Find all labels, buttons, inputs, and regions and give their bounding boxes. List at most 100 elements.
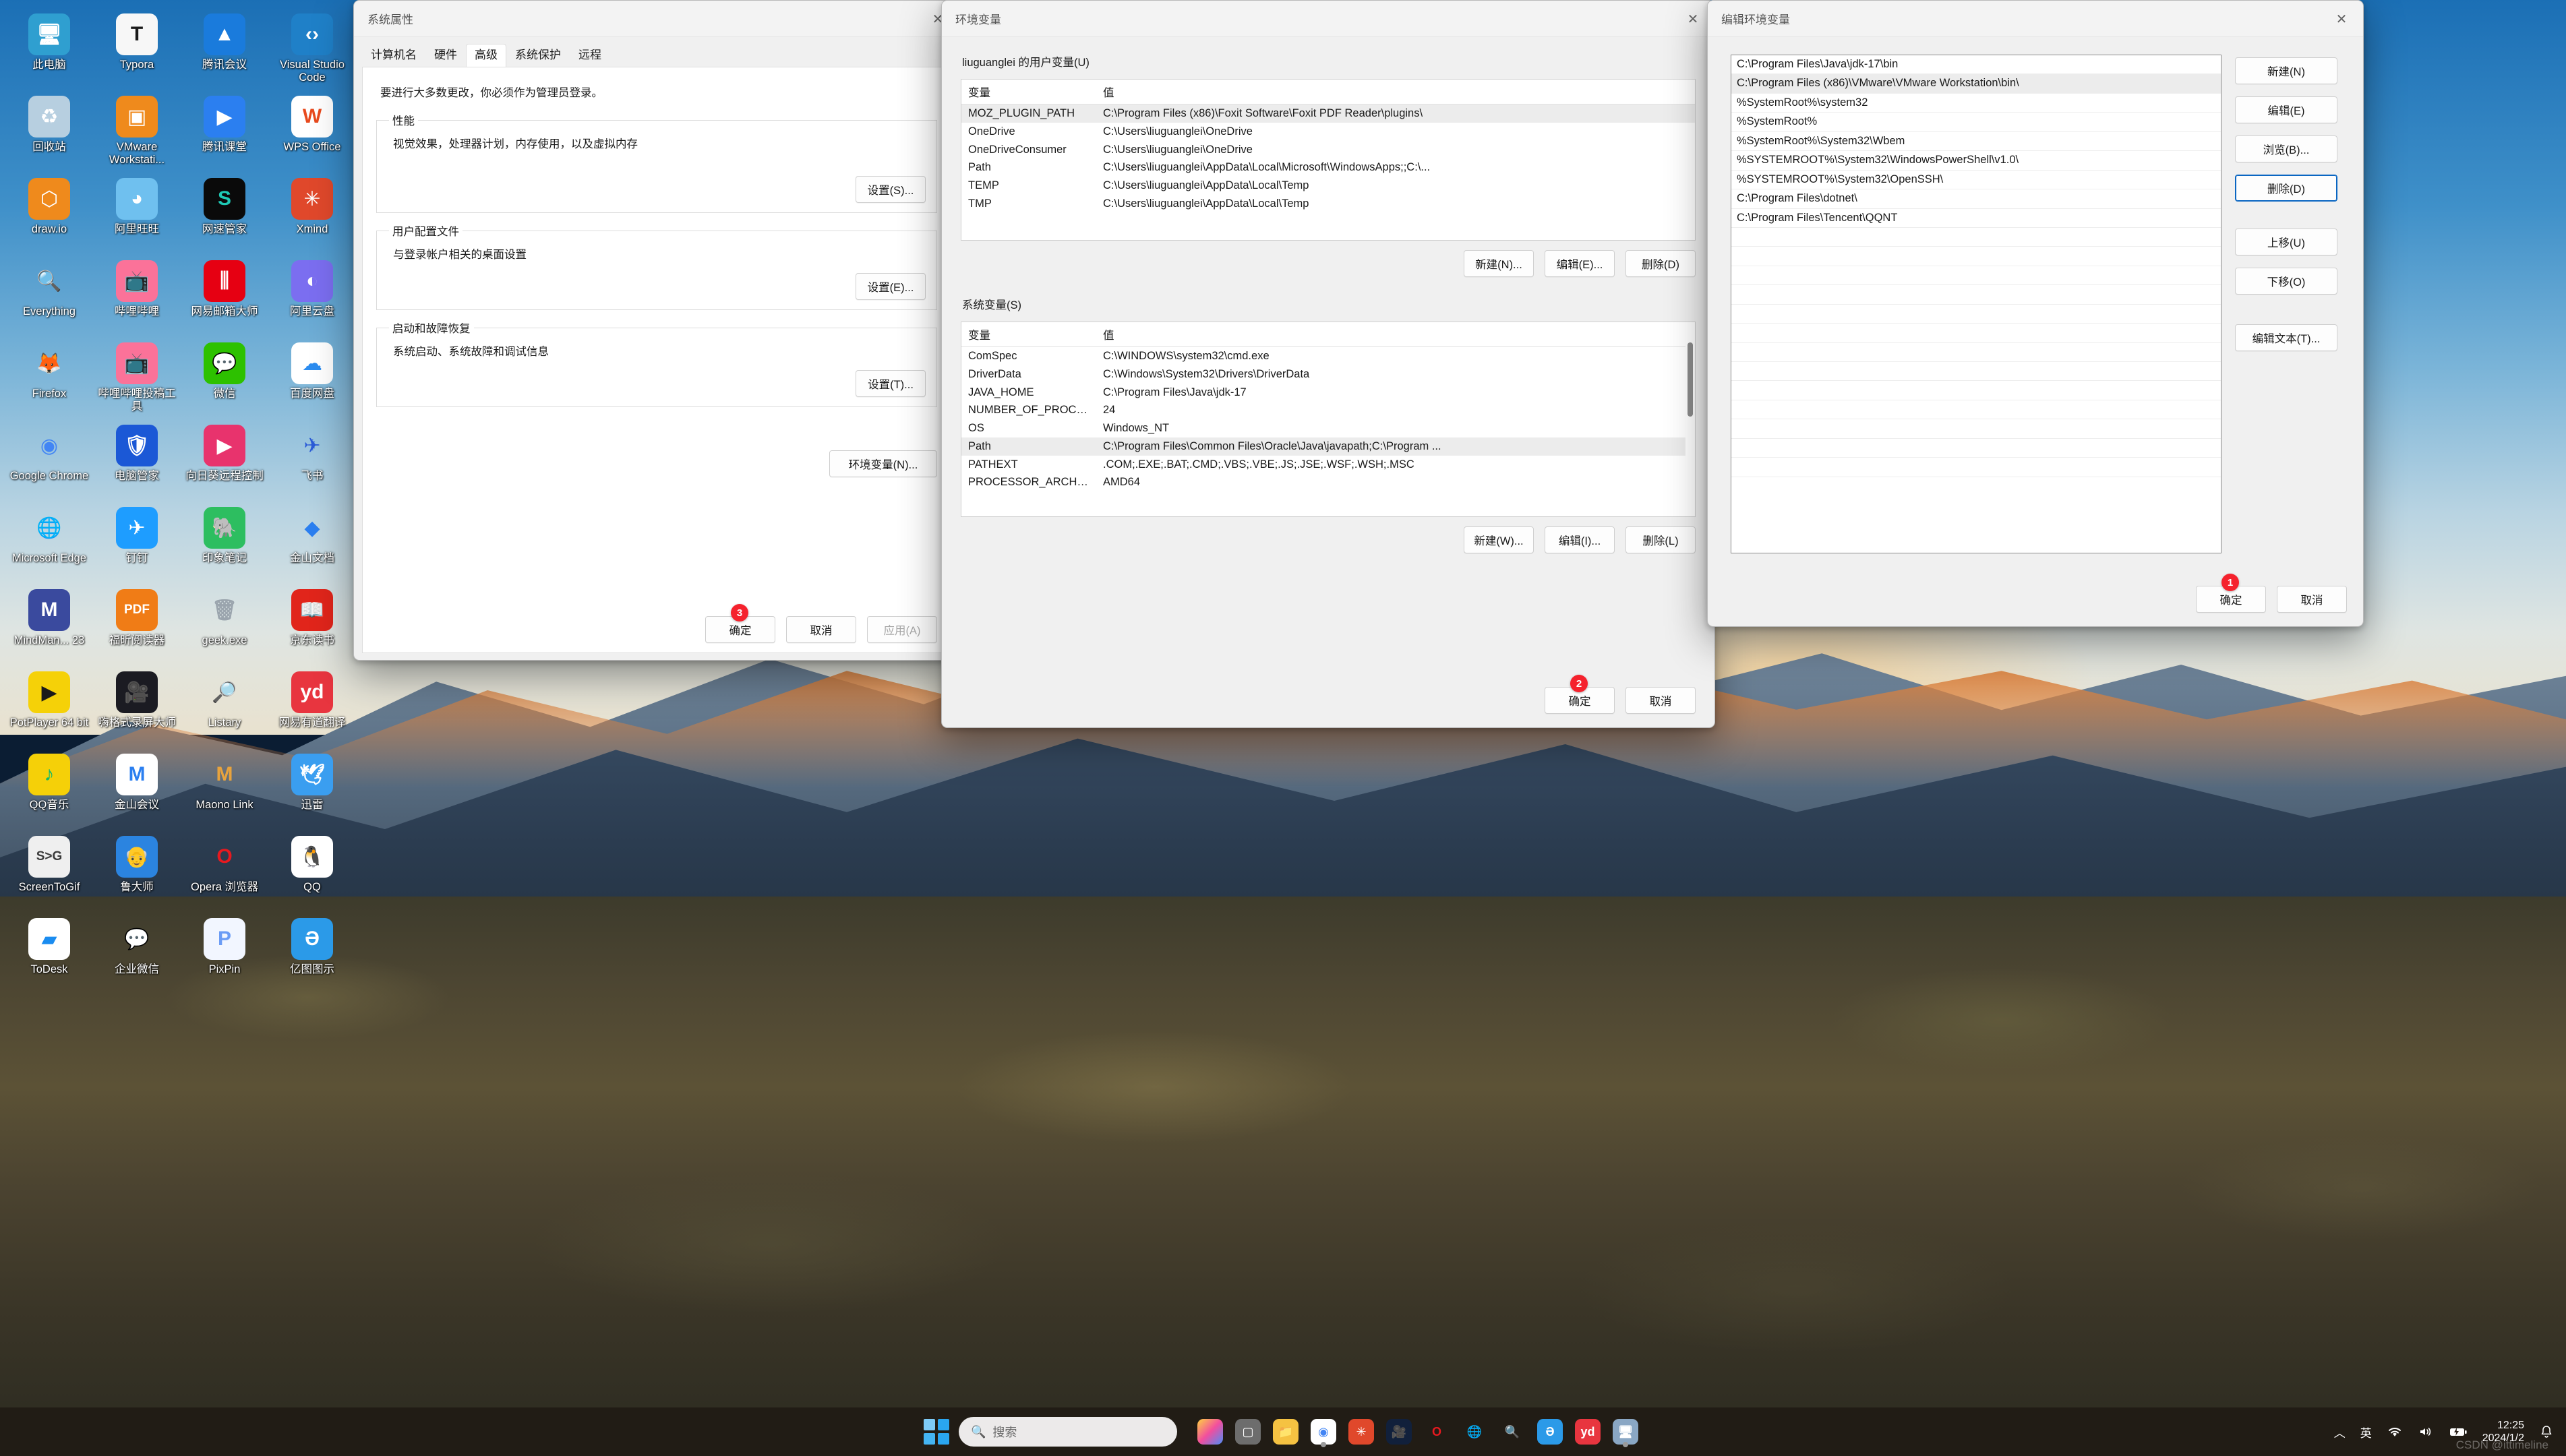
taskbar-search-box[interactable]: 🔍 搜索 [959,1417,1177,1447]
path-move-up-button[interactable]: 上移(U) [2235,229,2337,255]
edit-environment-variable-cancel-button[interactable]: 取消 [2277,586,2347,613]
taskbar-chrome[interactable]: ◉ [1307,1415,1340,1449]
desktop-icon-youdao-translate[interactable]: yd 网易有道翻译 [268,667,356,750]
path-entry-empty[interactable] [1731,266,2221,286]
desktop-icon-aliwangwang[interactable]: ◕ 阿里旺旺 [93,174,181,256]
system-variable-row[interactable]: NUMBER_OF_PROCESSORS 24 [961,401,1685,419]
tab-computer-name[interactable]: 计算机名 [362,44,425,67]
desktop-icon-mindmanager[interactable]: M MindMan... 23 [5,585,93,667]
system-variable-row[interactable]: PROCESSOR_ARCHITECTURE AMD64 [961,473,1685,491]
user-variable-row[interactable]: TEMP C:\Users\liuguanglei\AppData\Local\T… [961,177,1695,195]
edit-environment-variable-titlebar[interactable]: 编辑环境变量 ✕ [1708,1,2363,37]
user-variable-row[interactable]: MOZ_PLUGIN_PATH C:\Program Files (x86)\Fo… [961,104,1695,123]
user-variable-row[interactable]: OneDriveConsumer C:\Users\liuguanglei\One… [961,141,1695,159]
path-entry-empty[interactable] [1731,305,2221,324]
taskbar-file-explorer[interactable]: 📁 [1269,1415,1303,1449]
volume-icon[interactable] [2418,1425,2434,1438]
user-variables-list[interactable]: 变量 值 MOZ_PLUGIN_PATH C:\Program Files (x8… [961,79,1696,241]
desktop-icon-tencent-classroom[interactable]: ▶ 腾讯课堂 [181,92,268,174]
bell-icon[interactable] [2539,1424,2554,1439]
user-profiles-settings-button[interactable]: 设置(E)... [856,273,926,301]
path-entry-empty[interactable] [1731,419,2221,439]
desktop-icon-everything[interactable]: 🔍 Everything [5,256,93,338]
taskbar-clock[interactable]: 12:25 2024/1/2 [2482,1419,2524,1445]
desktop-icon-recycle-bin[interactable]: ♻ 回收站 [5,92,93,174]
tab-hardware[interactable]: 硬件 [425,44,466,67]
desktop-icon-wps-office[interactable]: W WPS Office [268,92,356,174]
desktop-icon-aliyun-drive[interactable]: ◐ 阿里云盘 [268,256,356,338]
close-icon[interactable]: ✕ [2320,1,2363,37]
path-delete-button[interactable]: 删除(D) [2235,175,2337,202]
desktop-icon-vscode[interactable]: ‹› Visual Studio Code [268,9,356,92]
desktop-icon-wecom[interactable]: 💬 企业微信 [93,914,181,996]
battery-icon[interactable] [2449,1426,2468,1438]
tab-system-protection[interactable]: 系统保护 [506,44,570,67]
environment-variables-window[interactable]: 环境变量 ✕ liuguanglei 的用户变量(U) 变量 值 MOZ_PLU… [941,0,1715,728]
taskbar-xmind[interactable]: ✳ [1344,1415,1378,1449]
desktop-icon-netease-mail[interactable]: ⫼ 网易邮箱大师 [181,256,268,338]
wifi-icon[interactable] [2387,1425,2403,1438]
desktop-icon-bilibili[interactable]: 📺 哔哩哔哩 [93,256,181,338]
desktop-icon-typora[interactable]: T Typora [93,9,181,92]
system-variable-row[interactable]: ComSpec C:\WINDOWS\system32\cmd.exe [961,347,1685,365]
desktop-icon-vmware[interactable]: ▣ VMware Workstati... [93,92,181,174]
path-entry-empty[interactable] [1731,458,2221,477]
path-entry[interactable]: %SystemRoot%\System32\Wbem [1731,132,2221,152]
path-entry-empty[interactable] [1731,381,2221,400]
desktop-icon-potplayer[interactable]: ▶ PotPlayer 64 bit [5,667,93,750]
desktop-icon-wechat[interactable]: 💬 微信 [181,338,268,421]
desktop-icon-dingtalk[interactable]: ✈ 钉钉 [93,503,181,585]
taskbar-tencent-meeting[interactable]: 🎥 [1382,1415,1416,1449]
path-entry-empty[interactable] [1731,400,2221,420]
desktop-icon-jd-read[interactable]: 📖 京东读书 [268,585,356,667]
path-entry-empty[interactable] [1731,343,2221,362]
path-entry-empty[interactable] [1731,362,2221,382]
desktop-icon-foxit-reader[interactable]: PDF 福昕阅读器 [93,585,181,667]
path-edit-text-button[interactable]: 编辑文本(T)... [2235,324,2337,351]
desktop-icon-xmind[interactable]: ✳ Xmind [268,174,356,256]
desktop-icon-opera[interactable]: O Opera 浏览器 [181,832,268,914]
desktop-icon-maono-link[interactable]: M Maono Link [181,750,268,832]
system-variable-row[interactable]: OS Windows_NT [961,419,1685,437]
system-variables-scrollbar[interactable] [1685,322,1695,516]
path-entry-empty[interactable] [1731,247,2221,266]
environment-variables-button[interactable]: 环境变量(N)... [829,450,937,478]
desktop-icon-drawio[interactable]: ⬡ draw.io [5,174,93,256]
system-variable-delete-button[interactable]: 删除(L) [1625,526,1696,553]
taskbar-edraw[interactable]: Ə [1533,1415,1567,1449]
environment-variables-titlebar[interactable]: 环境变量 ✕ [942,1,1714,37]
system-properties-titlebar[interactable]: 系统属性 ✕ [354,1,959,37]
user-variable-edit-button[interactable]: 编辑(E)... [1545,250,1615,277]
edit-environment-variable-window[interactable]: 编辑环境变量 ✕ C:\Program Files\Java\jdk-17\bi… [1707,0,2364,627]
ime-indicator[interactable]: 英 [2360,1424,2372,1440]
desktop-icon-thunder[interactable]: 🕊 迅雷 [268,750,356,832]
taskbar-system-properties[interactable]: 🖥 [1609,1415,1642,1449]
environment-variables-cancel-button[interactable]: 取消 [1625,687,1696,714]
desktop-icon-netspeed-manager[interactable]: S 网速管家 [181,174,268,256]
desktop-icon-higeshi-recorder[interactable]: 🎥 嗨格式录屏大师 [93,667,181,750]
desktop-icon-ludashi[interactable]: 👴 鲁大师 [93,832,181,914]
path-entry-empty[interactable] [1731,439,2221,458]
system-variable-row[interactable]: JAVA_HOME C:\Program Files\Java\jdk-17 [961,384,1685,402]
taskbar-youdao-translate[interactable]: yd [1571,1415,1605,1449]
desktop-icon-pixpin[interactable]: P PixPin [181,914,268,996]
desktop-icon-sunflower-remote[interactable]: ▶ 向日葵远程控制 [181,421,268,503]
path-entry[interactable]: C:\Program Files\dotnet\ [1731,189,2221,209]
desktop-icon-todesk[interactable]: ▰ ToDesk [5,914,93,996]
taskbar-opera[interactable]: O [1420,1415,1454,1449]
desktop-icon-tencent-meeting[interactable]: ▲ 腾讯会议 [181,9,268,92]
user-variable-new-button[interactable]: 新建(N)... [1464,250,1534,277]
path-entry[interactable]: C:\Program Files\Tencent\QQNT [1731,209,2221,228]
desktop-icon-listary[interactable]: 🔎 Listary [181,667,268,750]
path-entry-empty[interactable] [1731,228,2221,247]
start-button[interactable] [924,1419,949,1445]
taskbar-task-view[interactable]: ▢ [1231,1415,1265,1449]
desktop-icon-qq-music[interactable]: ♪ QQ音乐 [5,750,93,832]
system-properties-cancel-button[interactable]: 取消 [786,616,856,644]
path-entry-empty[interactable] [1731,285,2221,305]
desktop-icon-kingsoft-meeting[interactable]: M 金山会议 [93,750,181,832]
path-edit-button[interactable]: 编辑(E) [2235,96,2337,123]
tab-advanced[interactable]: 高级 [466,44,506,67]
desktop-icon-feishu[interactable]: ✈ 飞书 [268,421,356,503]
desktop-icon-qq[interactable]: 🐧 QQ [268,832,356,914]
